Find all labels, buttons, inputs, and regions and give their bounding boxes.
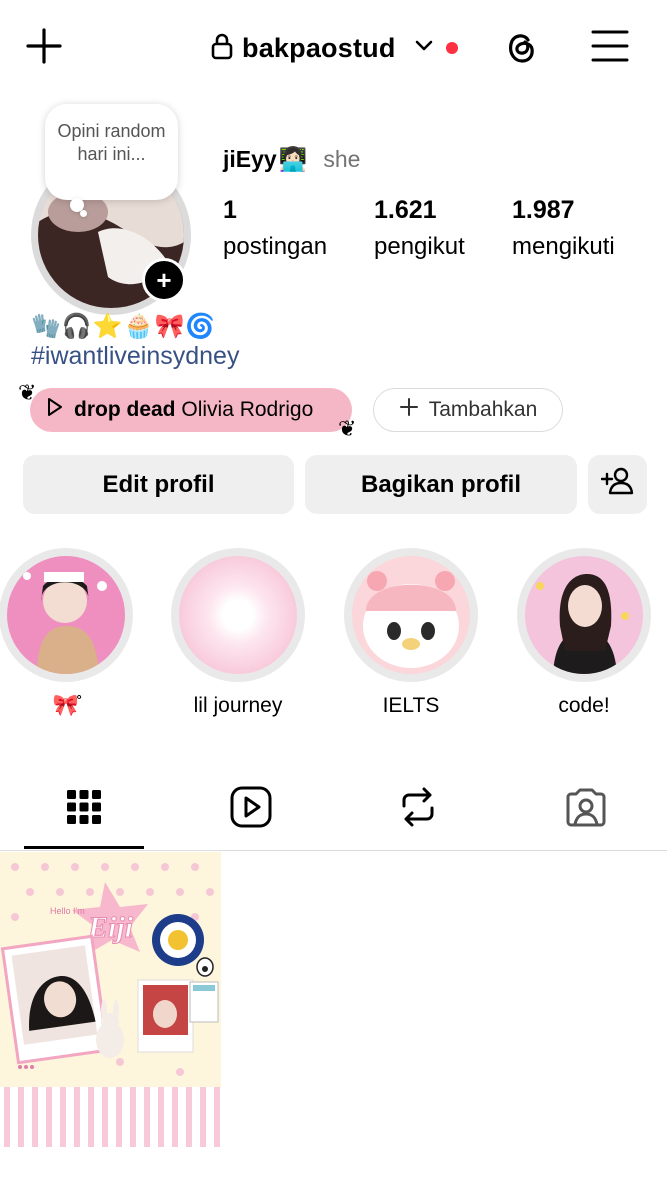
lock-icon — [210, 32, 234, 65]
bio-hashtag[interactable]: #iwantliveinsydney — [31, 342, 239, 371]
discover-people-button[interactable] — [588, 455, 647, 514]
post-title-text: Eiji — [87, 911, 134, 944]
top-bar: bakpaostud — [0, 0, 667, 92]
account-switcher[interactable]: bakpaostud — [210, 28, 458, 68]
highlight-3[interactable]: IELTS — [342, 548, 480, 718]
bio-emojis: 🧤🎧⭐🧁🎀🌀 — [31, 313, 217, 340]
reels-play-icon — [230, 786, 272, 833]
tagged-person-icon — [565, 786, 607, 833]
threads-icon[interactable] — [498, 24, 542, 68]
stat-followers-label: pengikut — [374, 233, 465, 260]
edit-profile-label: Edit profil — [102, 470, 215, 498]
add-person-icon — [600, 466, 635, 503]
create-plus-icon[interactable] — [22, 24, 66, 68]
highlight-cover — [179, 556, 297, 674]
account-username: bakpaostud — [242, 32, 396, 63]
post-thumbnail[interactable]: Eiji Hello I'm — [0, 852, 221, 1147]
note-tail-small — [80, 210, 87, 217]
repost-icon — [398, 786, 438, 833]
add-story-plus-icon[interactable]: + — [142, 258, 186, 302]
stat-following-value: 1.987 — [512, 196, 575, 224]
tab-tagged[interactable] — [526, 770, 646, 848]
highlight-4[interactable]: code! — [515, 548, 653, 718]
stat-posts-label: postingan — [223, 233, 328, 260]
svg-text:Hello I'm: Hello I'm — [50, 906, 85, 916]
tab-grid[interactable] — [24, 770, 144, 848]
stat-followers-value: 1.621 — [374, 196, 437, 224]
highlight-cover — [7, 556, 125, 674]
highlight-cover — [525, 556, 643, 674]
active-tab-indicator — [24, 846, 144, 849]
highlight-1[interactable]: 🎀̊ — [0, 548, 135, 718]
tab-reels[interactable] — [191, 770, 311, 848]
profile-tabs — [0, 770, 667, 851]
note-bubble[interactable]: Opini random hari ini... — [45, 104, 178, 200]
highlight-ring — [0, 548, 133, 682]
highlight-ring — [344, 548, 478, 682]
menu-icon[interactable] — [588, 24, 632, 68]
stat-following-label: mengikuti — [512, 233, 615, 260]
profile-name-row: jiEyy 👩🏻‍💻 she — [223, 146, 360, 173]
note-text: Opini random hari ini... — [57, 121, 166, 164]
highlight-2[interactable]: lil journey — [169, 548, 307, 718]
share-profile-button[interactable]: Bagikan profil — [305, 455, 577, 514]
song-artist: Olivia Rodrigo — [181, 398, 314, 421]
highlight-label: code! — [558, 694, 610, 717]
technologist-emoji: 👩🏻‍💻 — [278, 146, 308, 172]
highlight-label: IELTS — [382, 694, 440, 717]
edit-profile-button[interactable]: Edit profil — [23, 455, 294, 514]
tab-reposts[interactable] — [358, 770, 478, 848]
swirl-decoration-icon: ❦ — [338, 416, 357, 441]
plus-icon — [399, 397, 419, 423]
stat-followers[interactable]: 1.621 pengikut — [374, 196, 465, 261]
highlight-label: 🎀̊ — [52, 694, 80, 717]
stat-posts[interactable]: 1 postingan — [223, 196, 327, 261]
play-icon — [46, 397, 64, 423]
highlight-label: lil journey — [193, 694, 283, 717]
highlight-ring — [517, 548, 651, 682]
song-title: drop dead — [74, 398, 176, 421]
share-profile-label: Bagikan profil — [360, 470, 522, 498]
highlight-ring — [171, 548, 305, 682]
notification-dot — [445, 42, 458, 54]
chevron-down-icon — [414, 39, 434, 58]
stat-posts-value: 1 — [223, 196, 237, 224]
highlight-cover — [352, 556, 470, 674]
grid-icon — [65, 788, 103, 831]
stat-following[interactable]: 1.987 mengikuti — [512, 196, 615, 261]
profile-music-pill[interactable]: drop dead Olivia Rodrigo — [30, 388, 352, 432]
display-name: jiEyy — [223, 146, 277, 172]
add-link-label: Tambahkan — [428, 398, 538, 421]
pronoun: she — [323, 146, 361, 172]
add-link-button[interactable]: Tambahkan — [373, 388, 563, 432]
